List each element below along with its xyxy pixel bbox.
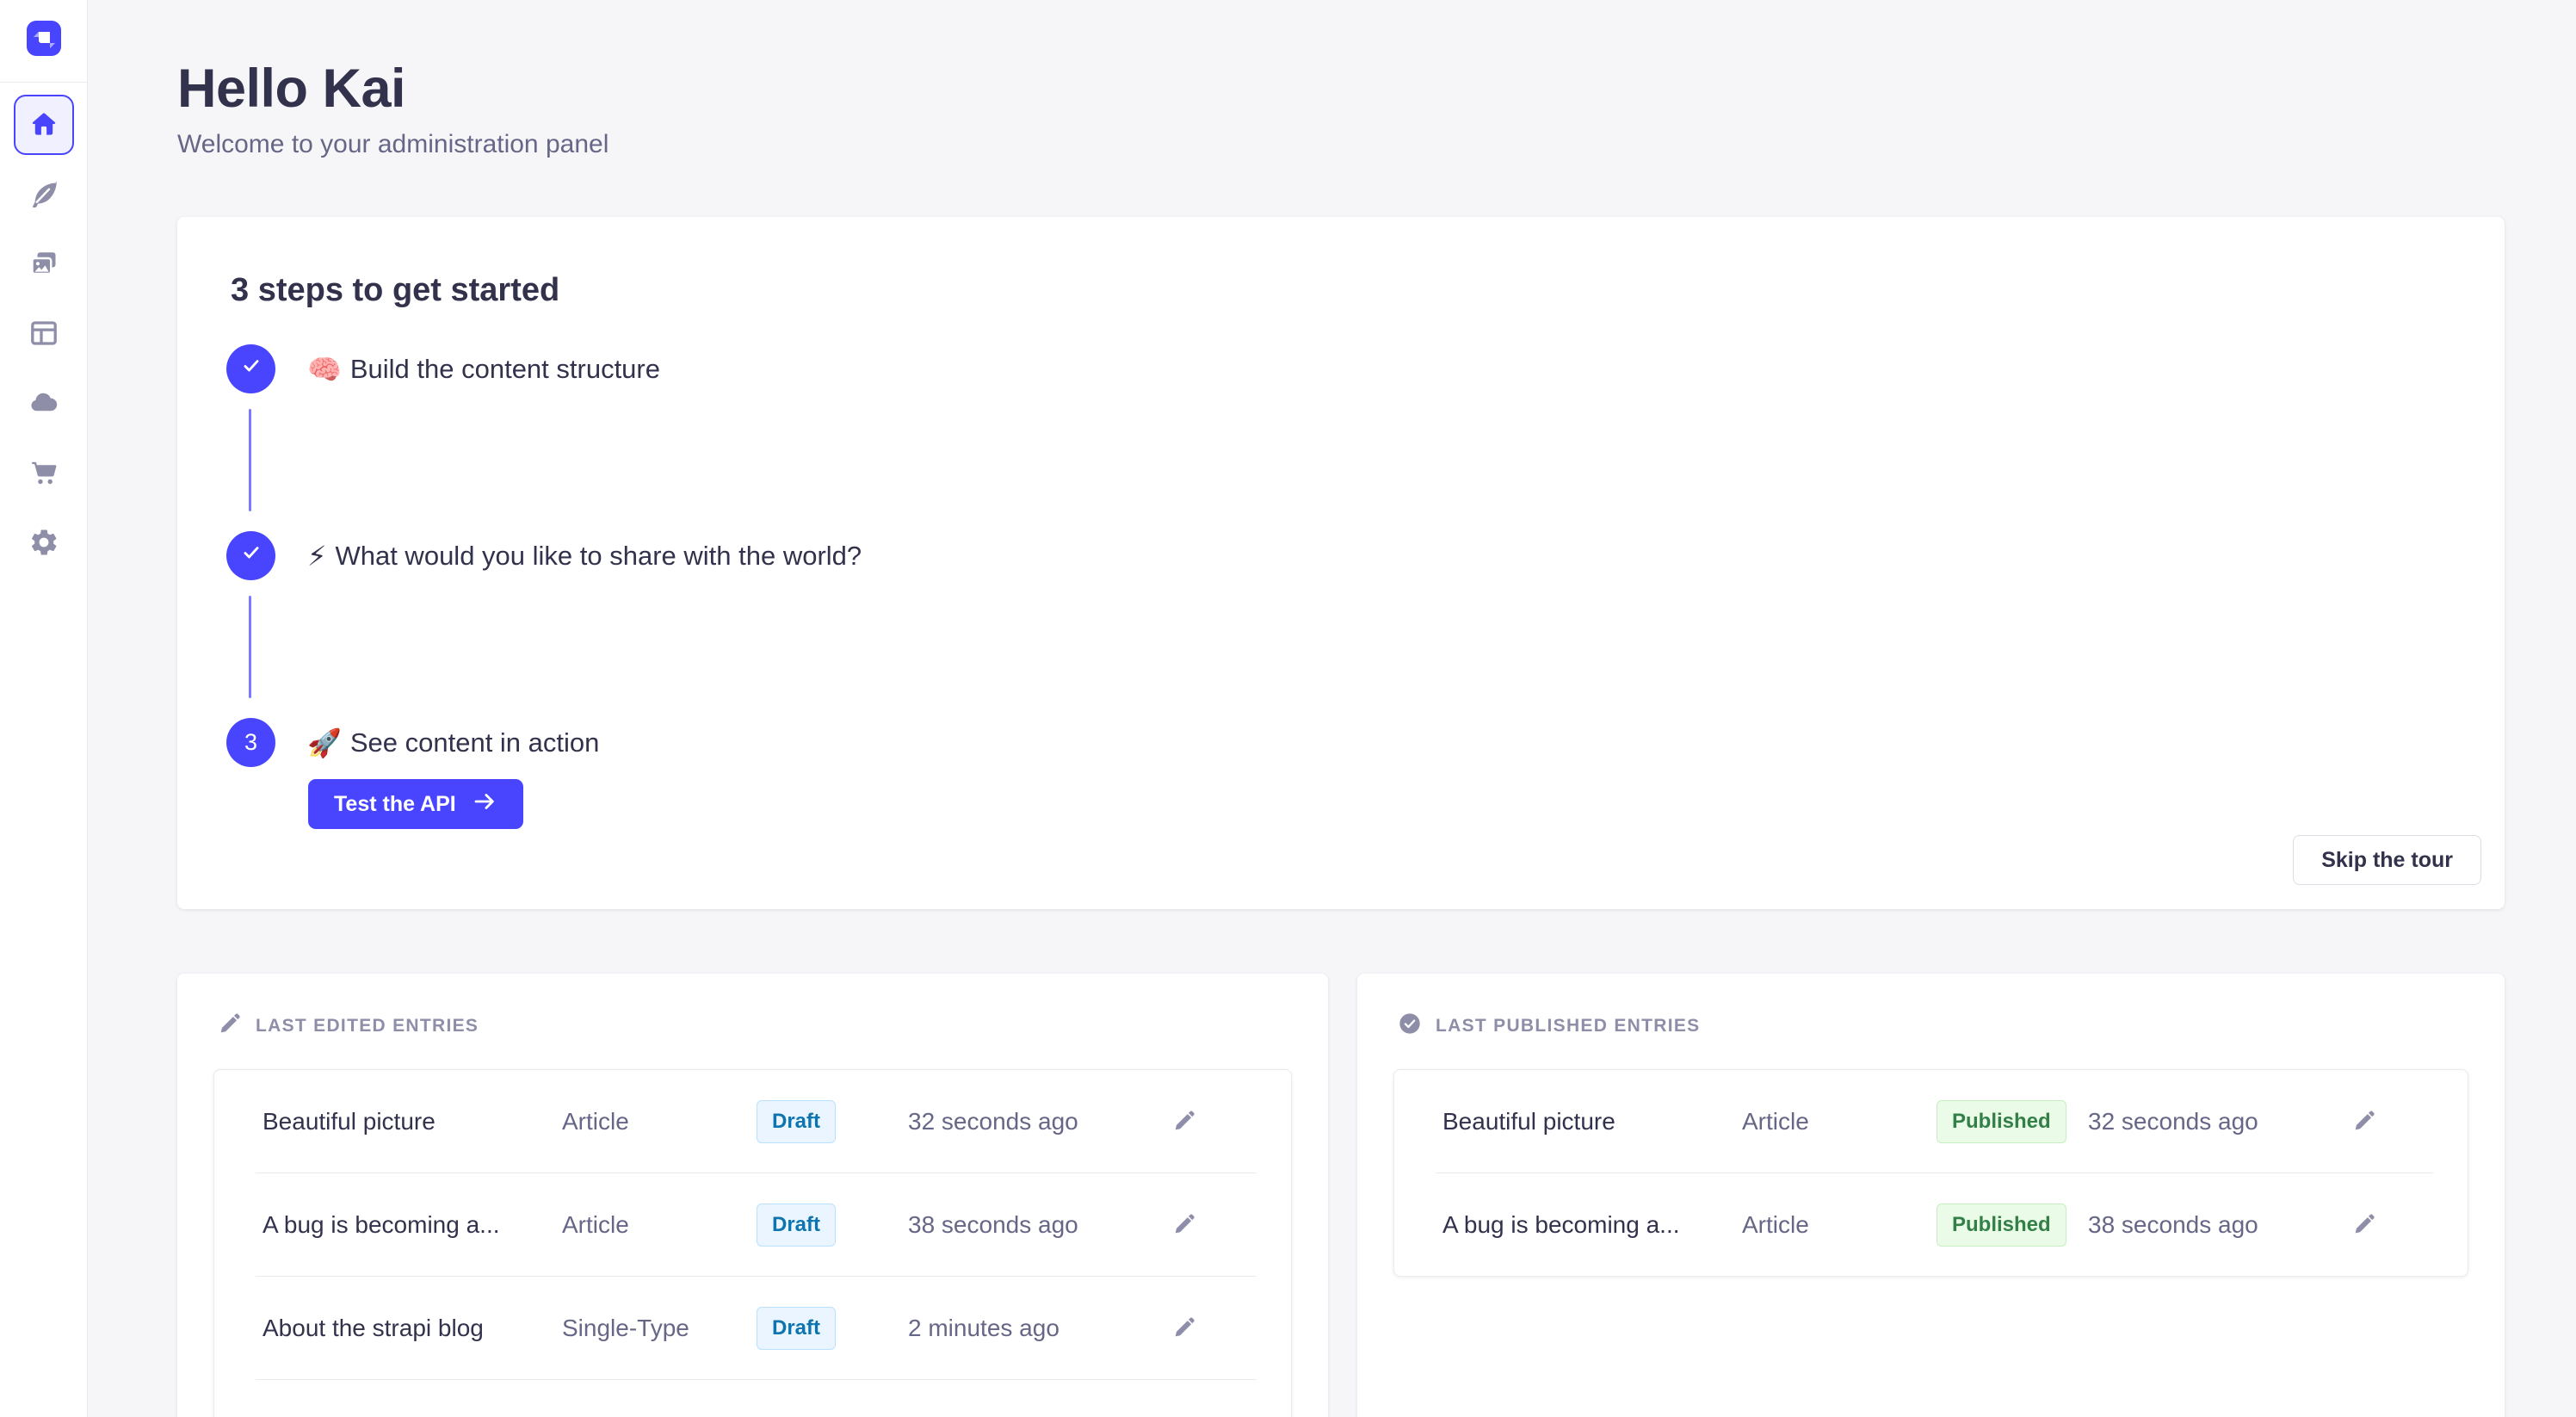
step-2-done-indicator xyxy=(226,531,275,580)
status-badge: Published xyxy=(1937,1100,2066,1143)
table-row: A bug is becoming a... Article Draft 38 … xyxy=(214,1173,1291,1276)
test-api-button[interactable]: Test the API xyxy=(308,779,523,829)
step-3-number-indicator: 3 xyxy=(226,718,275,767)
entry-title: Beautiful picture xyxy=(1442,1108,1742,1135)
status-badge: Published xyxy=(1937,1204,2066,1247)
entry-kind: Article xyxy=(1742,1211,1937,1239)
sidebar-item-cloud[interactable] xyxy=(14,374,74,434)
entry-time: 38 seconds ago xyxy=(908,1211,1171,1239)
strapi-logo-icon xyxy=(27,21,61,58)
cloud-icon xyxy=(28,387,59,421)
sidebar-item-home[interactable] xyxy=(14,95,74,155)
status-badge: Draft xyxy=(757,1204,836,1247)
entry-title: About the strapi blog xyxy=(263,1315,562,1342)
table-row: A bug is becoming a... Article Published… xyxy=(1394,1173,2468,1276)
step-1-done-indicator xyxy=(226,344,275,393)
pencil-icon xyxy=(2352,1123,2376,1135)
entry-time: 2 minutes ago xyxy=(908,1315,1171,1342)
entry-title: Beautiful picture xyxy=(263,1108,562,1135)
onboarding-step-3: 3 🚀 See content in action xyxy=(226,718,599,767)
pencil-icon xyxy=(1172,1226,1196,1239)
edit-entry-button[interactable] xyxy=(1171,1315,1197,1341)
entry-time: 32 seconds ago xyxy=(2088,1108,2351,1135)
app-root: Hello Kai Welcome to your administration… xyxy=(0,0,2576,1417)
row-divider xyxy=(256,1379,1257,1380)
pencil-icon xyxy=(218,1012,242,1040)
page-title: Hello Kai xyxy=(177,60,2505,117)
onboarding-card: 3 steps to get started 🧠 Build the conte… xyxy=(177,217,2505,909)
last-published-header: LAST PUBLISHED ENTRIES xyxy=(1398,1012,2505,1040)
last-published-table: Beautiful picture Article Published 32 s… xyxy=(1393,1069,2468,1277)
sidebar-item-content-manager[interactable] xyxy=(14,164,74,225)
edit-entry-button[interactable] xyxy=(2351,1109,2377,1135)
sidebar-nav xyxy=(0,83,87,583)
last-published-title: LAST PUBLISHED ENTRIES xyxy=(1436,1016,1700,1036)
feather-icon xyxy=(28,178,59,212)
brain-emoji: 🧠 xyxy=(307,353,342,386)
main-content: Hello Kai Welcome to your administration… xyxy=(88,0,2576,1417)
page-subtitle: Welcome to your administration panel xyxy=(177,129,2505,160)
entry-title: A bug is becoming a... xyxy=(263,1211,562,1239)
step-2-label: ⚡ What would you like to share with the … xyxy=(307,540,862,572)
entry-time: 38 seconds ago xyxy=(2088,1211,2351,1239)
entry-title: A bug is becoming a... xyxy=(1442,1211,1742,1239)
sidebar-item-content-type-builder[interactable] xyxy=(14,304,74,364)
last-edited-title: LAST EDITED ENTRIES xyxy=(256,1016,479,1036)
entry-kind: Article xyxy=(562,1108,757,1135)
onboarding-title: 3 steps to get started xyxy=(231,272,559,309)
status-badge: Draft xyxy=(757,1100,836,1143)
last-edited-header: LAST EDITED ENTRIES xyxy=(218,1012,1328,1040)
onboarding-step-2: ⚡ What would you like to share with the … xyxy=(226,531,862,580)
check-icon xyxy=(240,541,263,570)
table-row: Beautiful picture Article Draft 32 secon… xyxy=(214,1070,1291,1173)
rocket-emoji: 🚀 xyxy=(307,727,342,759)
check-icon xyxy=(240,355,263,383)
images-icon xyxy=(28,248,59,282)
edit-entry-button[interactable] xyxy=(1171,1212,1197,1238)
entry-time: 32 seconds ago xyxy=(908,1108,1171,1135)
table-row: About the strapi blog Single-Type Draft … xyxy=(214,1277,1291,1379)
cart-icon xyxy=(28,457,59,491)
onboarding-step-1: 🧠 Build the content structure xyxy=(226,344,660,393)
pencil-icon xyxy=(1172,1123,1196,1135)
edit-entry-button[interactable] xyxy=(1171,1109,1197,1135)
strapi-logo[interactable] xyxy=(27,22,61,56)
arrow-right-icon xyxy=(472,789,497,820)
pencil-icon xyxy=(1172,1329,1196,1342)
pencil-icon xyxy=(2352,1226,2376,1239)
step-connector-1 xyxy=(249,409,251,511)
step-1-label: 🧠 Build the content structure xyxy=(307,353,660,386)
entry-kind: Single-Type xyxy=(562,1315,757,1342)
step-3-label: 🚀 See content in action xyxy=(307,727,599,759)
home-icon xyxy=(29,109,59,141)
edit-entry-button[interactable] xyxy=(2351,1212,2377,1238)
last-published-card: LAST PUBLISHED ENTRIES Beautiful picture… xyxy=(1357,974,2505,1417)
sidebar xyxy=(0,0,88,1417)
sidebar-item-settings[interactable] xyxy=(14,513,74,573)
entries-section: LAST EDITED ENTRIES Beautiful picture Ar… xyxy=(177,974,2505,1417)
entry-kind: Article xyxy=(562,1211,757,1239)
last-edited-card: LAST EDITED ENTRIES Beautiful picture Ar… xyxy=(177,974,1328,1417)
zap-emoji: ⚡ xyxy=(307,540,326,572)
check-circle-icon xyxy=(1398,1012,1422,1040)
table-row: Beautiful picture Article Published 32 s… xyxy=(1394,1070,2468,1173)
gear-icon xyxy=(28,527,59,560)
skip-tour-button[interactable]: Skip the tour xyxy=(2293,835,2481,885)
layout-icon xyxy=(28,318,59,351)
status-badge: Draft xyxy=(757,1307,836,1350)
sidebar-item-media-library[interactable] xyxy=(14,234,74,294)
sidebar-item-marketplace[interactable] xyxy=(14,443,74,504)
step-connector-2 xyxy=(249,596,251,698)
last-edited-table: Beautiful picture Article Draft 32 secon… xyxy=(213,1069,1292,1417)
entry-kind: Article xyxy=(1742,1108,1937,1135)
